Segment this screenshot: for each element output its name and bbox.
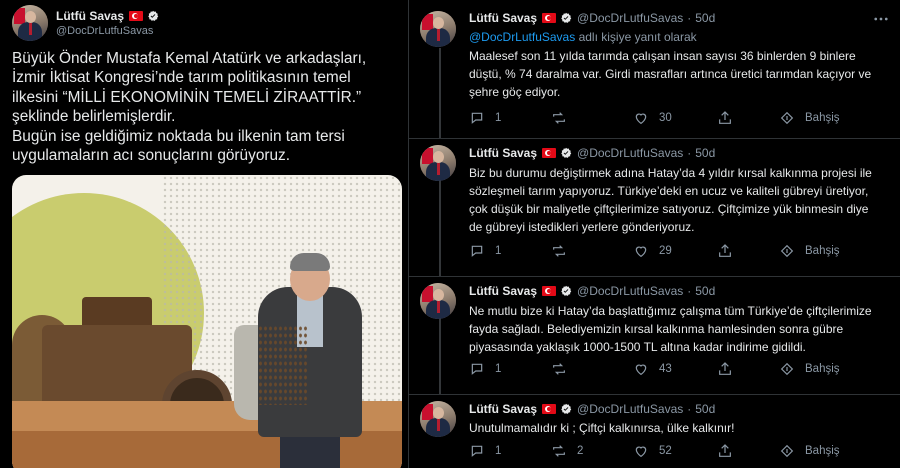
author-handle[interactable]: @DocDrLutfuSavas	[56, 25, 159, 37]
retweet-icon	[553, 112, 565, 124]
thread-line	[439, 179, 441, 276]
author-handle[interactable]: @DocDrLutfuSavas	[577, 11, 683, 25]
like-button[interactable]: 30	[633, 110, 672, 126]
turkey-flag-icon	[542, 404, 557, 414]
reply-tweet-3[interactable]: Lütfü Savaş @DocDrLutfuSavas · 50d Ne mu…	[409, 277, 900, 394]
reply-mention[interactable]: @DocDrLutfuSavas	[469, 30, 575, 44]
reply-button[interactable]: 1	[469, 110, 501, 126]
reply-button[interactable]: 1	[469, 243, 501, 259]
tweet-image[interactable]	[12, 175, 402, 468]
reply-tweet-2[interactable]: Lütfü Savaş @DocDrLutfuSavas · 50d Biz b…	[409, 139, 900, 276]
tweet-text: Ne mutlu bize ki Hatay’da başlattığımız …	[469, 304, 872, 354]
tip-button[interactable]: Bahşiş	[779, 110, 840, 126]
tweet-actions: 1 43 Bahşiş	[469, 361, 869, 381]
retweet-button[interactable]: 2	[551, 443, 583, 459]
retweet-button[interactable]	[551, 243, 577, 259]
retweet-icon	[553, 245, 565, 257]
tip-icon	[780, 444, 794, 458]
author-name[interactable]: Lütfü Savaş	[469, 284, 537, 298]
reply-button[interactable]: 1	[469, 361, 501, 377]
author-name[interactable]: Lütfü Savaş	[469, 146, 537, 160]
reply-icon	[471, 112, 483, 124]
share-icon	[719, 111, 731, 124]
tip-icon	[780, 244, 794, 258]
author-name[interactable]: Lütfü Savaş	[469, 402, 537, 416]
tweet-time[interactable]: 50d	[695, 11, 715, 25]
retweet-button[interactable]	[551, 361, 577, 377]
avatar[interactable]	[420, 11, 456, 47]
author-handle[interactable]: @DocDrLutfuSavas	[577, 402, 683, 416]
reply-tweet-1[interactable]: Lütfü Savaş @DocDrLutfuSavas · 50d @DocD…	[409, 0, 900, 138]
avatar[interactable]	[12, 5, 48, 41]
reply-icon	[471, 245, 483, 257]
turkey-flag-icon	[129, 11, 144, 21]
reply-button[interactable]: 1	[469, 443, 501, 459]
tweet-text: Maalesef son 11 yılda tarımda çalışan in…	[469, 49, 872, 99]
tweet-time[interactable]: 50d	[695, 146, 715, 160]
verified-badge-icon	[561, 12, 572, 23]
tweet-header: Lütfü Savaş @DocDrLutfuSavas · 50d	[469, 284, 716, 298]
reply-context: @DocDrLutfuSavas adlı kişiye yanıt olara…	[469, 30, 697, 44]
tip-button[interactable]: Bahşiş	[779, 361, 840, 377]
author-name[interactable]: Lütfü Savaş	[56, 9, 124, 23]
thread-line	[439, 48, 441, 138]
heart-icon	[635, 246, 647, 258]
tweet-text: Biz bu durumu değiştirmek adına Hatay’da…	[469, 166, 872, 234]
verified-badge-icon	[561, 147, 572, 158]
main-tweet-header: Lütfü Savaş @DocDrLutfuSavas	[12, 5, 159, 41]
turkey-flag-icon	[542, 286, 557, 296]
turkey-flag-icon	[542, 148, 557, 158]
share-icon	[719, 444, 731, 457]
share-button[interactable]	[717, 443, 743, 459]
share-button[interactable]	[717, 361, 743, 377]
avatar[interactable]	[420, 145, 456, 181]
verified-badge-icon	[561, 285, 572, 296]
thread-line	[439, 317, 441, 394]
tweet-actions: 1 30 Bahşiş	[469, 110, 869, 130]
retweet-button[interactable]	[551, 110, 577, 126]
share-icon	[719, 362, 731, 375]
retweet-icon	[553, 445, 565, 457]
heart-icon	[635, 364, 647, 376]
reply-icon	[471, 363, 483, 375]
tweet-text: Büyük Önder Mustafa Kemal Atatürk ve ark…	[12, 50, 367, 165]
share-button[interactable]	[717, 110, 743, 126]
tweet-header: Lütfü Savaş @DocDrLutfuSavas · 50d	[469, 11, 716, 25]
verified-badge-icon	[148, 10, 159, 21]
tweet-header: Lütfü Savaş @DocDrLutfuSavas · 50d	[469, 402, 716, 416]
tweet-header: Lütfü Savaş @DocDrLutfuSavas · 50d	[469, 146, 716, 160]
verified-badge-icon	[561, 403, 572, 414]
tip-button[interactable]: Bahşiş	[779, 443, 840, 459]
like-button[interactable]: 52	[633, 443, 672, 459]
heart-icon	[635, 446, 647, 458]
reply-context-text: adlı kişiye yanıt olarak	[575, 30, 697, 44]
avatar[interactable]	[420, 401, 456, 437]
heart-icon	[635, 113, 647, 125]
main-tweet-text: Büyük Önder Mustafa Kemal Atatürk ve ark…	[12, 49, 404, 165]
reply-icon	[471, 445, 483, 457]
avatar[interactable]	[420, 283, 456, 319]
like-button[interactable]: 29	[633, 243, 672, 259]
like-button[interactable]: 43	[633, 361, 672, 377]
reply-thread: Lütfü Savaş @DocDrLutfuSavas · 50d @DocD…	[409, 0, 900, 468]
tweet-time[interactable]: 50d	[695, 284, 715, 298]
main-tweet-panel: Lütfü Savaş @DocDrLutfuSavas Büyük Önder…	[0, 0, 409, 468]
turkey-flag-icon	[542, 13, 557, 23]
tweet-actions: 1 2 52 Bahşiş	[469, 443, 869, 463]
retweet-icon	[553, 363, 565, 375]
tip-button[interactable]: Bahşiş	[779, 243, 840, 259]
tip-icon	[780, 111, 794, 125]
tip-icon	[780, 362, 794, 376]
reply-tweet-4[interactable]: Lütfü Savaş @DocDrLutfuSavas · 50d Unutu…	[409, 395, 900, 468]
share-button[interactable]	[717, 243, 743, 259]
share-icon	[719, 244, 731, 257]
author-handle[interactable]: @DocDrLutfuSavas	[577, 284, 683, 298]
tweet-time[interactable]: 50d	[695, 402, 715, 416]
author-name[interactable]: Lütfü Savaş	[469, 11, 537, 25]
author-block: Lütfü Savaş @DocDrLutfuSavas	[56, 9, 159, 37]
author-handle[interactable]: @DocDrLutfuSavas	[577, 146, 683, 160]
tweet-actions: 1 29 Bahşiş	[469, 243, 869, 263]
tweet-text: Unutulmamalıdır ki ; Çiftçi kalkınırsa, …	[469, 421, 735, 435]
